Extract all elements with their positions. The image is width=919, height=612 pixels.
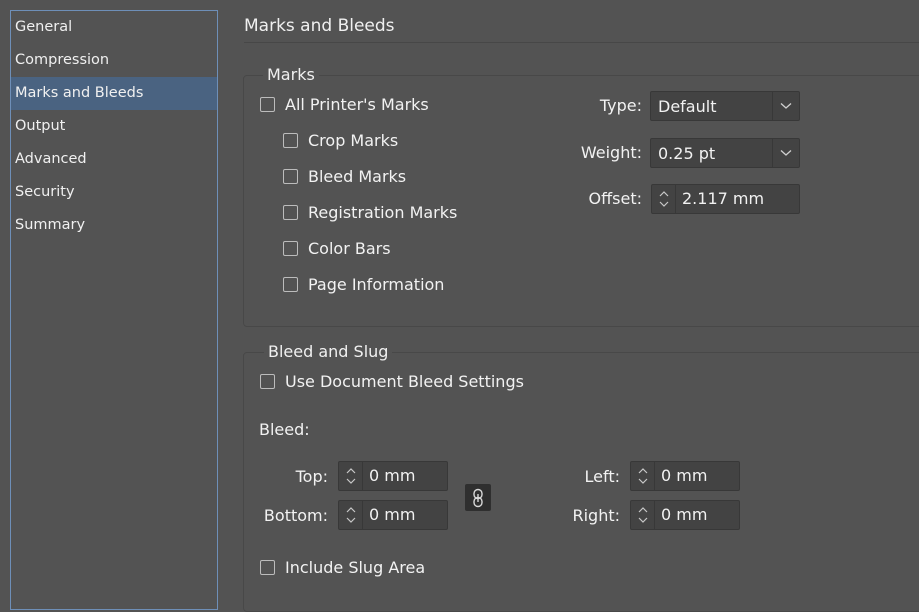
bleed-slug-group-title: Bleed and Slug bbox=[264, 342, 393, 361]
page-information-checkbox[interactable] bbox=[283, 277, 298, 292]
right-field[interactable]: 0 mm bbox=[655, 500, 740, 530]
use-document-bleed-label: Use Document Bleed Settings bbox=[285, 372, 524, 391]
crop-marks-row[interactable]: Crop Marks bbox=[283, 131, 398, 150]
bleed-marks-label: Bleed Marks bbox=[308, 167, 407, 186]
bottom-field[interactable]: 0 mm bbox=[363, 500, 448, 530]
marks-group-title: Marks bbox=[263, 65, 319, 84]
top-label: Top: bbox=[295, 467, 328, 486]
color-bars-checkbox[interactable] bbox=[283, 241, 298, 256]
weight-select[interactable]: 0.25 pt bbox=[650, 138, 800, 168]
link-values-button[interactable] bbox=[465, 484, 491, 511]
chevron-down-icon[interactable] bbox=[772, 139, 799, 167]
crop-marks-checkbox[interactable] bbox=[283, 133, 298, 148]
all-printers-marks-row[interactable]: All Printer's Marks bbox=[260, 95, 429, 114]
bleed-marks-row[interactable]: Bleed Marks bbox=[283, 167, 406, 186]
page-information-row[interactable]: Page Information bbox=[283, 275, 444, 294]
sidebar-item-advanced[interactable]: Advanced bbox=[11, 143, 217, 176]
top-field[interactable]: 0 mm bbox=[363, 461, 448, 491]
use-document-bleed-row[interactable]: Use Document Bleed Settings bbox=[260, 372, 524, 391]
use-document-bleed-checkbox[interactable] bbox=[260, 374, 275, 389]
sidebar-item-compression[interactable]: Compression bbox=[11, 44, 217, 77]
left-field[interactable]: 0 mm bbox=[655, 461, 740, 491]
chevron-down-icon[interactable] bbox=[772, 92, 799, 120]
sidebar-nav: General Compression Marks and Bleeds Out… bbox=[10, 10, 218, 610]
sidebar-item-security[interactable]: Security bbox=[11, 176, 217, 209]
type-select-value: Default bbox=[658, 96, 717, 116]
offset-label: Offset: bbox=[588, 189, 642, 208]
stepper-arrows-icon[interactable] bbox=[338, 461, 363, 491]
include-slug-area-checkbox[interactable] bbox=[260, 560, 275, 575]
offset-stepper[interactable]: 2.117 mm bbox=[651, 184, 800, 214]
stepper-arrows-icon[interactable] bbox=[630, 500, 655, 530]
stepper-arrows-icon[interactable] bbox=[651, 184, 676, 214]
all-printers-marks-checkbox[interactable] bbox=[260, 97, 275, 112]
chain-link-icon bbox=[473, 488, 483, 507]
weight-select-value[interactable]: 0.25 pt bbox=[651, 144, 772, 163]
right-label: Right: bbox=[572, 506, 620, 525]
left-stepper[interactable]: 0 mm bbox=[630, 461, 740, 491]
sidebar-item-summary[interactable]: Summary bbox=[11, 209, 217, 242]
bleed-label: Bleed: bbox=[259, 420, 310, 439]
page-information-label: Page Information bbox=[308, 275, 445, 294]
stepper-arrows-icon[interactable] bbox=[338, 500, 363, 530]
stepper-arrows-icon[interactable] bbox=[630, 461, 655, 491]
registration-marks-row[interactable]: Registration Marks bbox=[283, 203, 457, 222]
sidebar-item-general[interactable]: General bbox=[11, 11, 217, 44]
color-bars-row[interactable]: Color Bars bbox=[283, 239, 391, 258]
include-slug-area-row[interactable]: Include Slug Area bbox=[260, 558, 425, 577]
registration-marks-checkbox[interactable] bbox=[283, 205, 298, 220]
page-title: Marks and Bleeds bbox=[244, 16, 395, 36]
weight-label: Weight: bbox=[580, 143, 642, 162]
all-printers-marks-label: All Printer's Marks bbox=[285, 95, 429, 114]
sidebar-item-marks-and-bleeds[interactable]: Marks and Bleeds bbox=[11, 77, 217, 110]
include-slug-area-label: Include Slug Area bbox=[285, 558, 426, 577]
color-bars-label: Color Bars bbox=[308, 239, 391, 258]
right-stepper[interactable]: 0 mm bbox=[630, 500, 740, 530]
top-stepper[interactable]: 0 mm bbox=[338, 461, 448, 491]
type-select[interactable]: Default bbox=[650, 91, 800, 121]
sidebar-item-output[interactable]: Output bbox=[11, 110, 217, 143]
bleed-marks-checkbox[interactable] bbox=[283, 169, 298, 184]
type-label: Type: bbox=[599, 96, 642, 115]
registration-marks-label: Registration Marks bbox=[308, 203, 458, 222]
offset-field[interactable]: 2.117 mm bbox=[676, 184, 800, 214]
bottom-label: Bottom: bbox=[263, 506, 328, 525]
bottom-stepper[interactable]: 0 mm bbox=[338, 500, 448, 530]
title-divider bbox=[244, 42, 919, 43]
left-label: Left: bbox=[584, 467, 621, 486]
crop-marks-label: Crop Marks bbox=[308, 131, 399, 150]
